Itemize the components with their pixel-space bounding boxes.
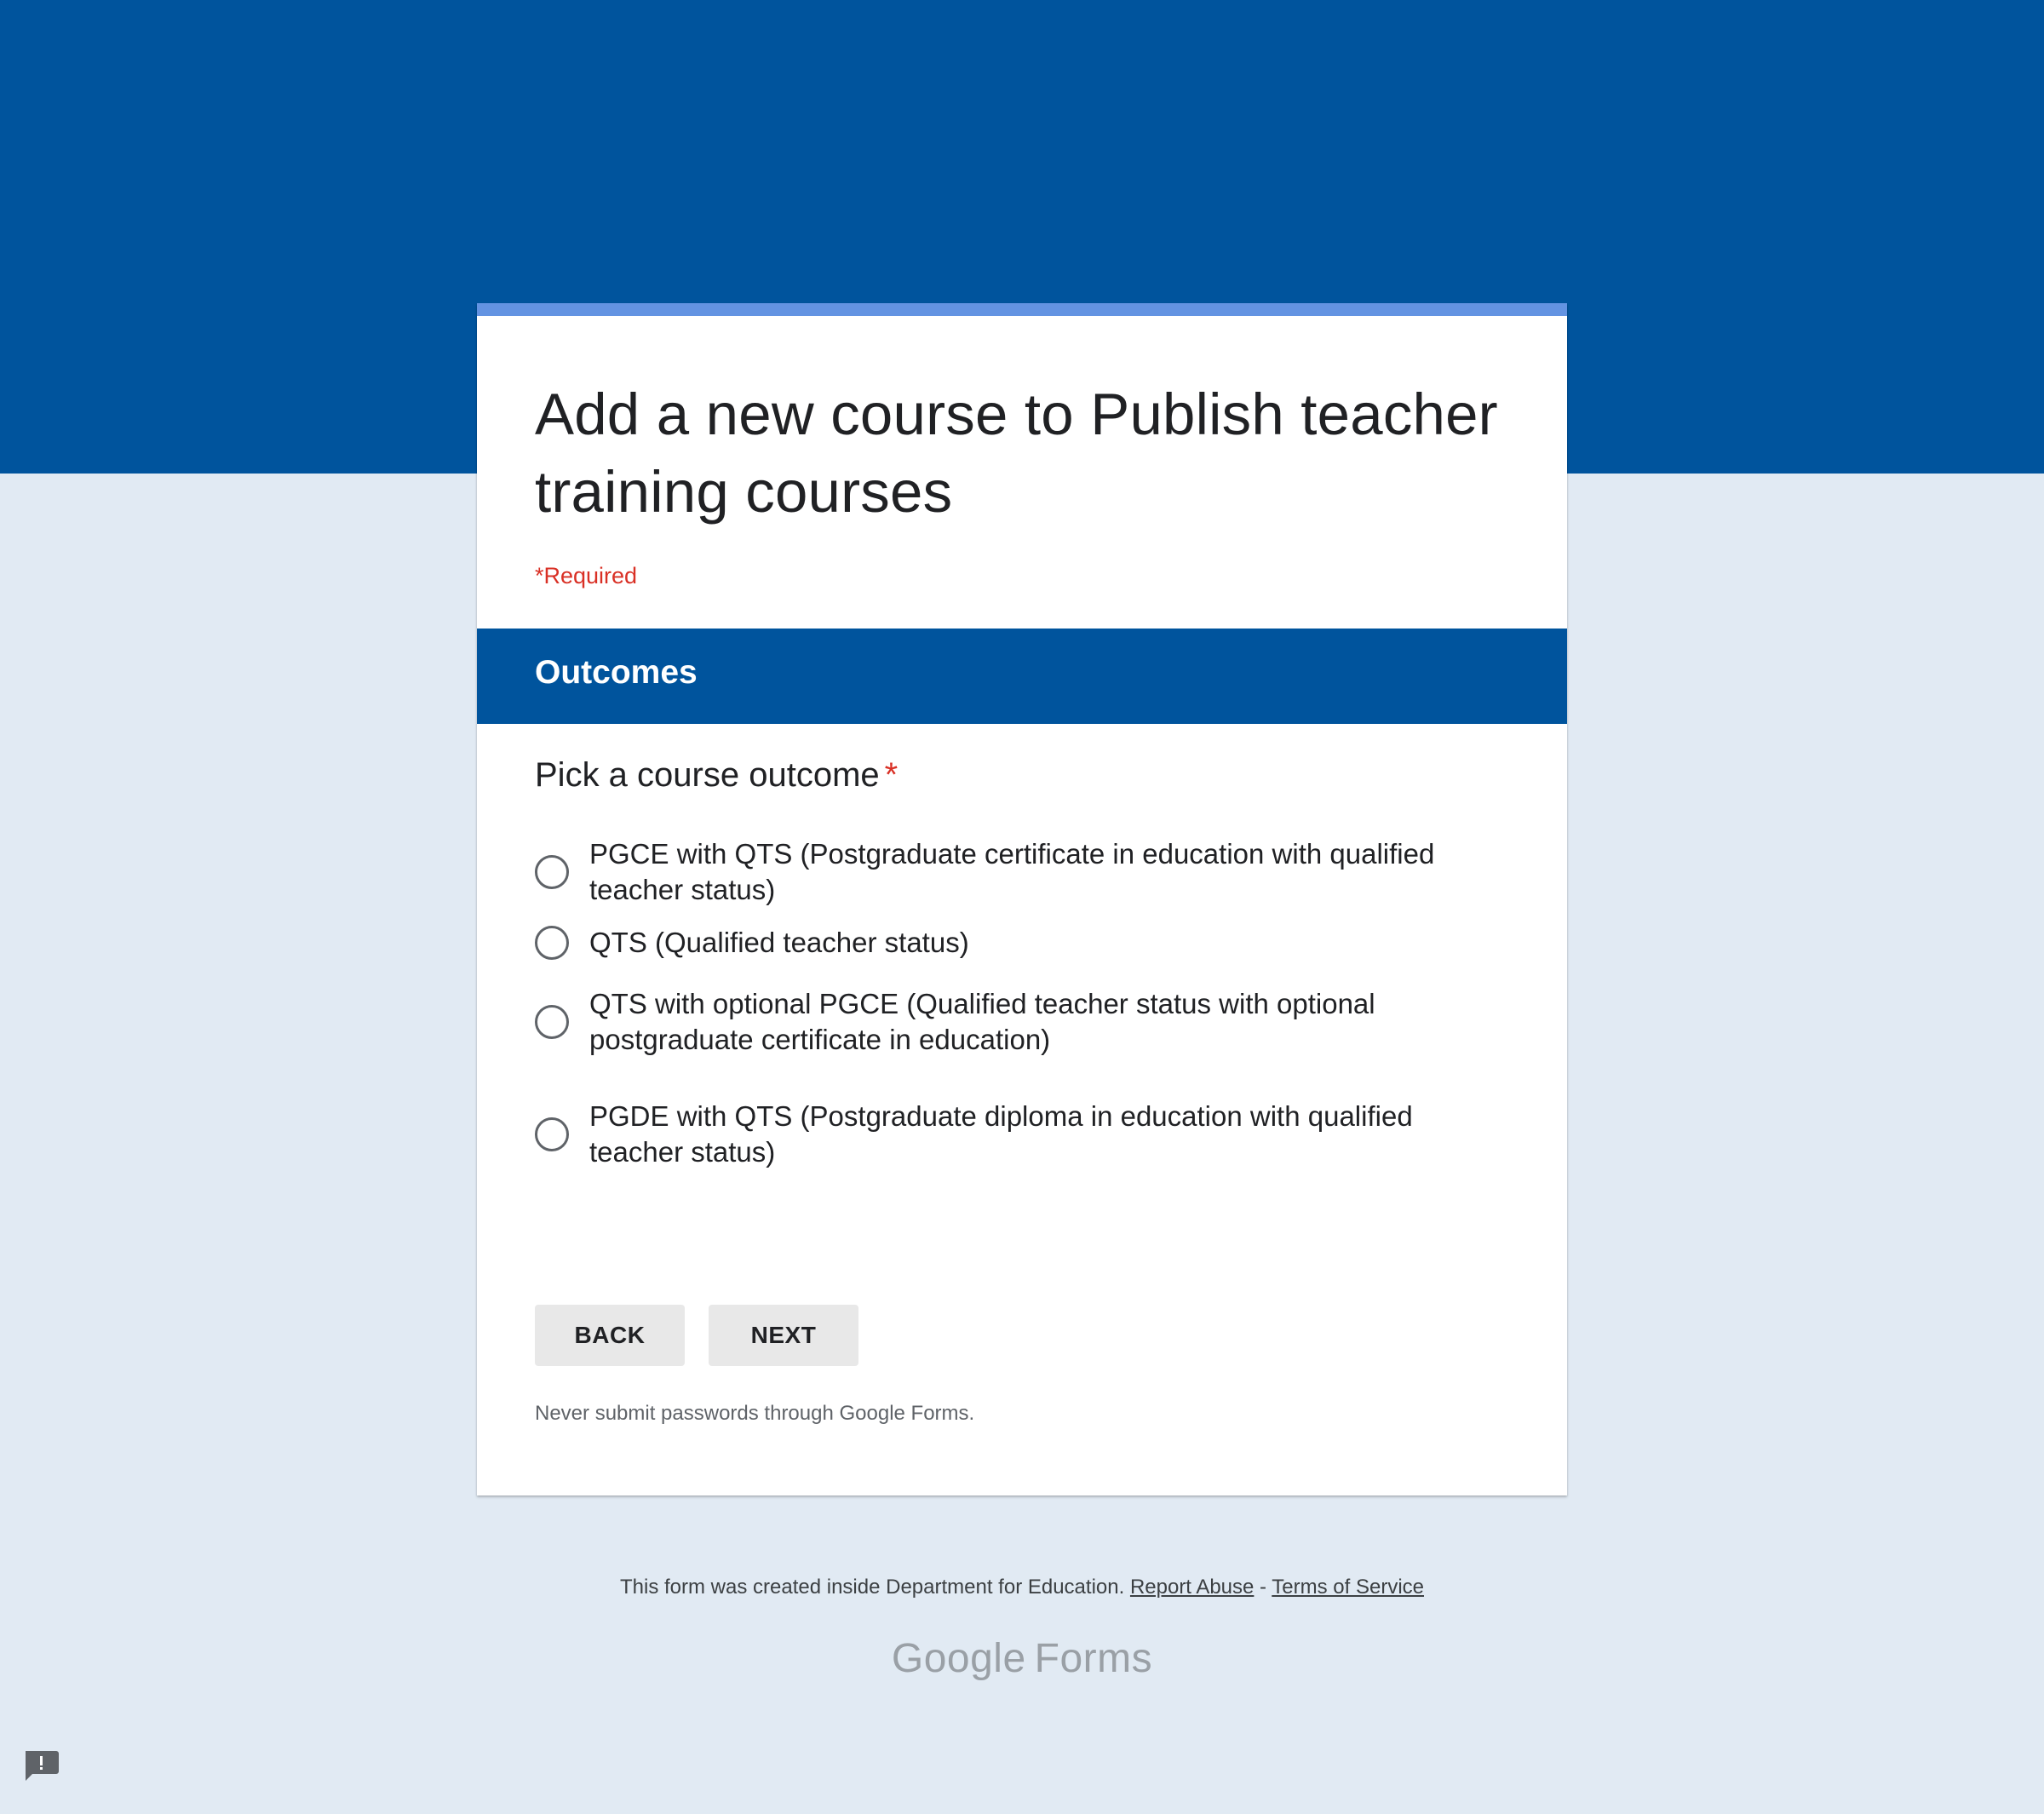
radio-option-qts-optional-pgce[interactable]: QTS with optional PGCE (Qualified teache…: [535, 986, 1514, 1058]
footer-separator: -: [1260, 1576, 1267, 1599]
back-button[interactable]: BACK: [535, 1305, 685, 1366]
form-card: Add a new course to Publish teacher trai…: [477, 303, 1567, 1495]
radio-option-qts[interactable]: QTS (Qualified teacher status): [535, 925, 1514, 961]
required-asterisk: *: [884, 756, 899, 794]
feedback-icon: [26, 1751, 59, 1781]
radio-button[interactable]: [535, 1005, 569, 1039]
next-button[interactable]: NEXT: [709, 1305, 858, 1366]
radio-option-label: QTS with optional PGCE (Qualified teache…: [589, 988, 1375, 1055]
logo-google-text: Google: [891, 1636, 1026, 1681]
section-header: Outcomes: [477, 629, 1567, 724]
question-title-text: Pick a course outcome: [535, 756, 880, 794]
footer: This form was created inside Department …: [0, 1576, 2044, 1599]
password-warning: Never submit passwords through Google Fo…: [535, 1402, 975, 1425]
radio-button[interactable]: [535, 1117, 569, 1151]
question-title: Pick a course outcome *: [535, 756, 898, 795]
footer-created-text: This form was created inside Department …: [620, 1576, 1125, 1599]
radio-button[interactable]: [535, 855, 569, 889]
radio-option-pgde-qts[interactable]: PGDE with QTS (Postgraduate diploma in e…: [535, 1099, 1514, 1170]
radio-option-label: PGCE with QTS (Postgraduate certificate …: [589, 838, 1435, 905]
terms-of-service-link[interactable]: Terms of Service: [1272, 1576, 1424, 1599]
required-note: *Required: [535, 563, 638, 588]
radio-option-pgce-qts[interactable]: PGCE with QTS (Postgraduate certificate …: [535, 836, 1514, 908]
google-forms-logo[interactable]: Google Forms: [0, 1635, 2044, 1682]
report-abuse-link[interactable]: Report Abuse: [1130, 1576, 1254, 1599]
form-title: Add a new course to Publish teacher trai…: [535, 382, 1498, 525]
radio-option-label: QTS (Qualified teacher status): [589, 927, 969, 958]
section-title: Outcomes: [535, 654, 698, 691]
radio-option-label: PGDE with QTS (Postgraduate diploma in e…: [589, 1100, 1413, 1168]
logo-forms-text: Forms: [1034, 1636, 1153, 1681]
card-accent-bar: [477, 303, 1567, 316]
radio-button[interactable]: [535, 926, 569, 960]
report-feedback-icon[interactable]: [22, 1749, 60, 1782]
